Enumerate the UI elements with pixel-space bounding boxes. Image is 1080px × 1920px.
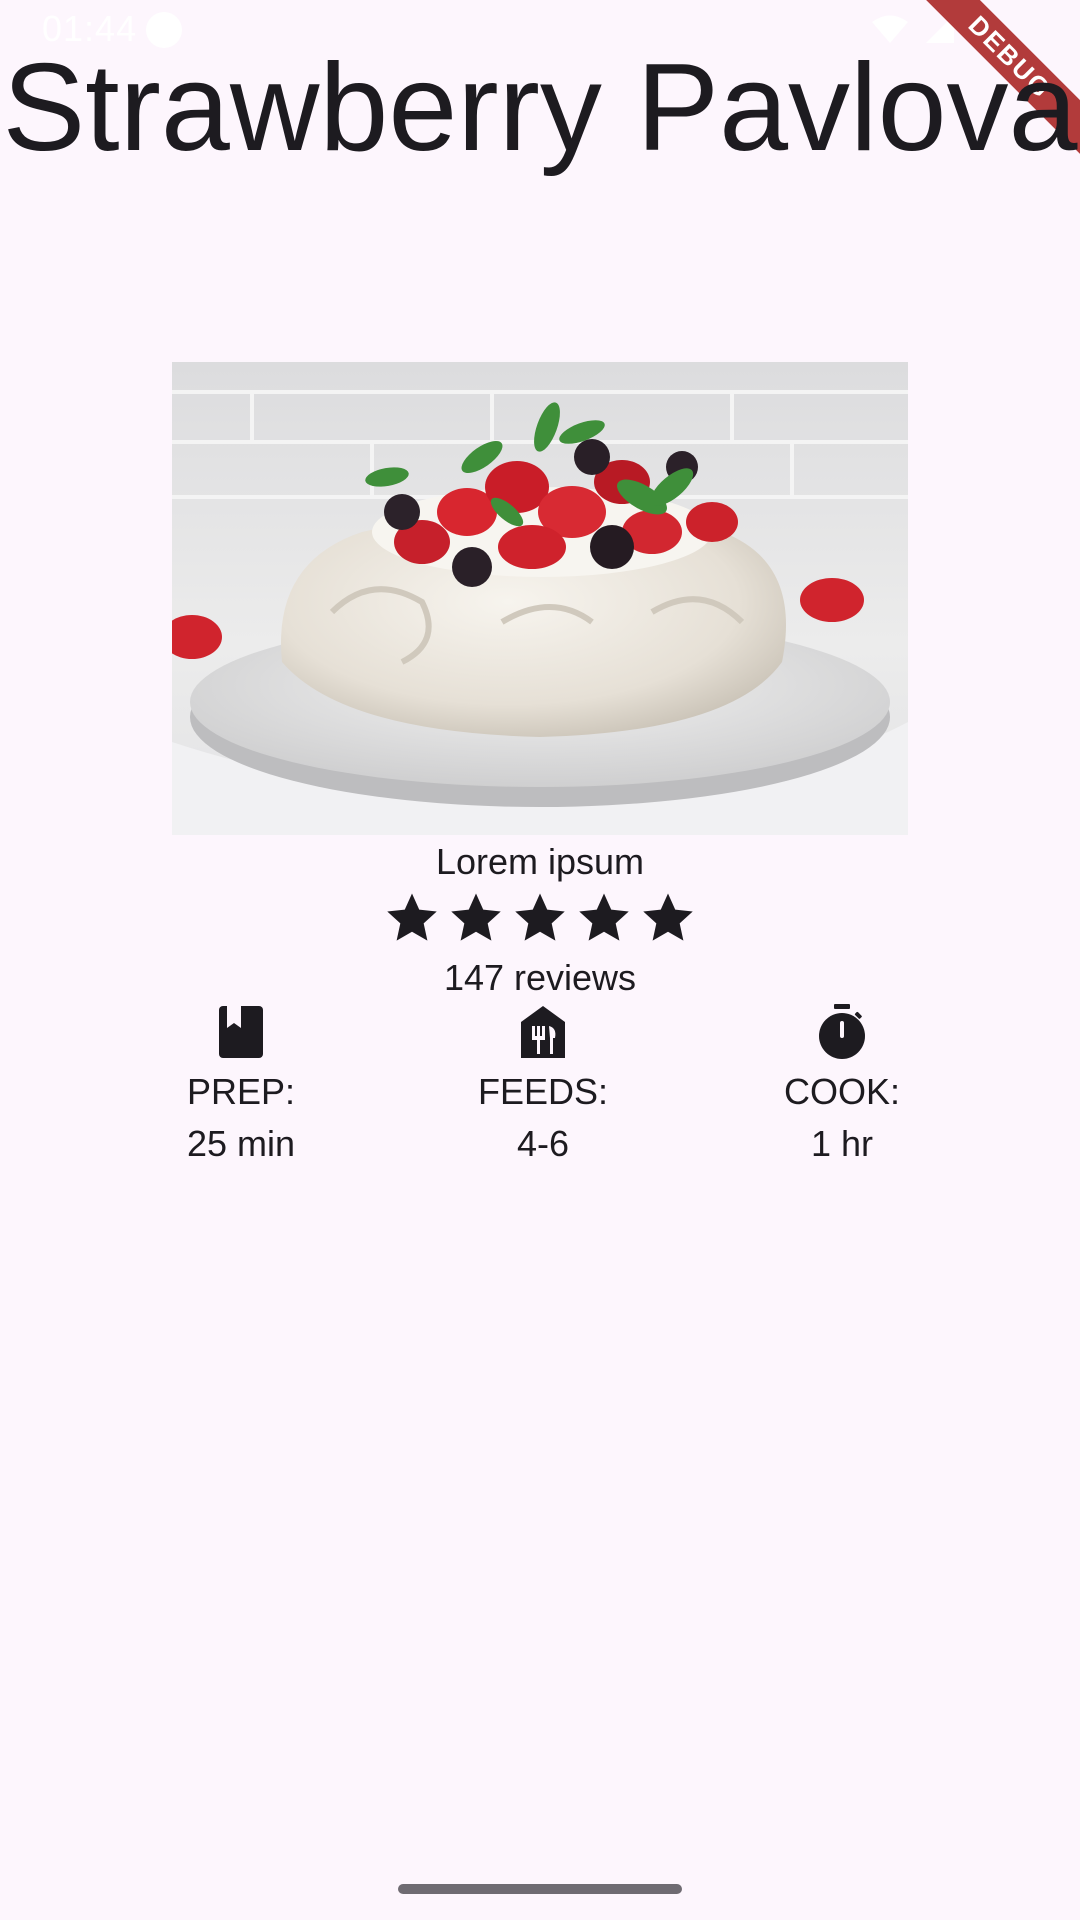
- feeds-label: FEEDS:: [477, 1071, 609, 1112]
- reviews-count: 147 reviews: [443, 957, 637, 998]
- recipe-title: Strawberry Pavlova: [2, 39, 1078, 177]
- recipe-subtitle: Lorem ipsum: [435, 841, 645, 882]
- cook-label: COOK:: [783, 1071, 900, 1112]
- star-icon: [451, 893, 501, 941]
- star-icon: [643, 893, 693, 941]
- feeds-value: 4-6: [516, 1123, 570, 1164]
- recipe-image: [172, 362, 908, 835]
- timer-icon: [819, 1004, 865, 1059]
- prep-value: 25 min: [186, 1123, 296, 1164]
- recipe-info-row: PREP: 25 min FEEDS: 4-6 COOK: 1 hr: [0, 1004, 1080, 1174]
- star-icon: [579, 893, 629, 941]
- cook-info: COOK: 1 hr: [732, 1004, 952, 1170]
- star-icon: [387, 893, 437, 941]
- rating-stars: [0, 890, 1080, 946]
- book-icon: [219, 1006, 263, 1058]
- prep-label: PREP:: [186, 1071, 296, 1112]
- feeds-info: FEEDS: 4-6: [433, 1004, 653, 1170]
- star-icon: [515, 893, 565, 941]
- home-indicator[interactable]: [398, 1884, 682, 1894]
- prep-info: PREP: 25 min: [131, 1004, 351, 1170]
- cook-value: 1 hr: [810, 1123, 874, 1164]
- restaurant-icon: [521, 1006, 565, 1058]
